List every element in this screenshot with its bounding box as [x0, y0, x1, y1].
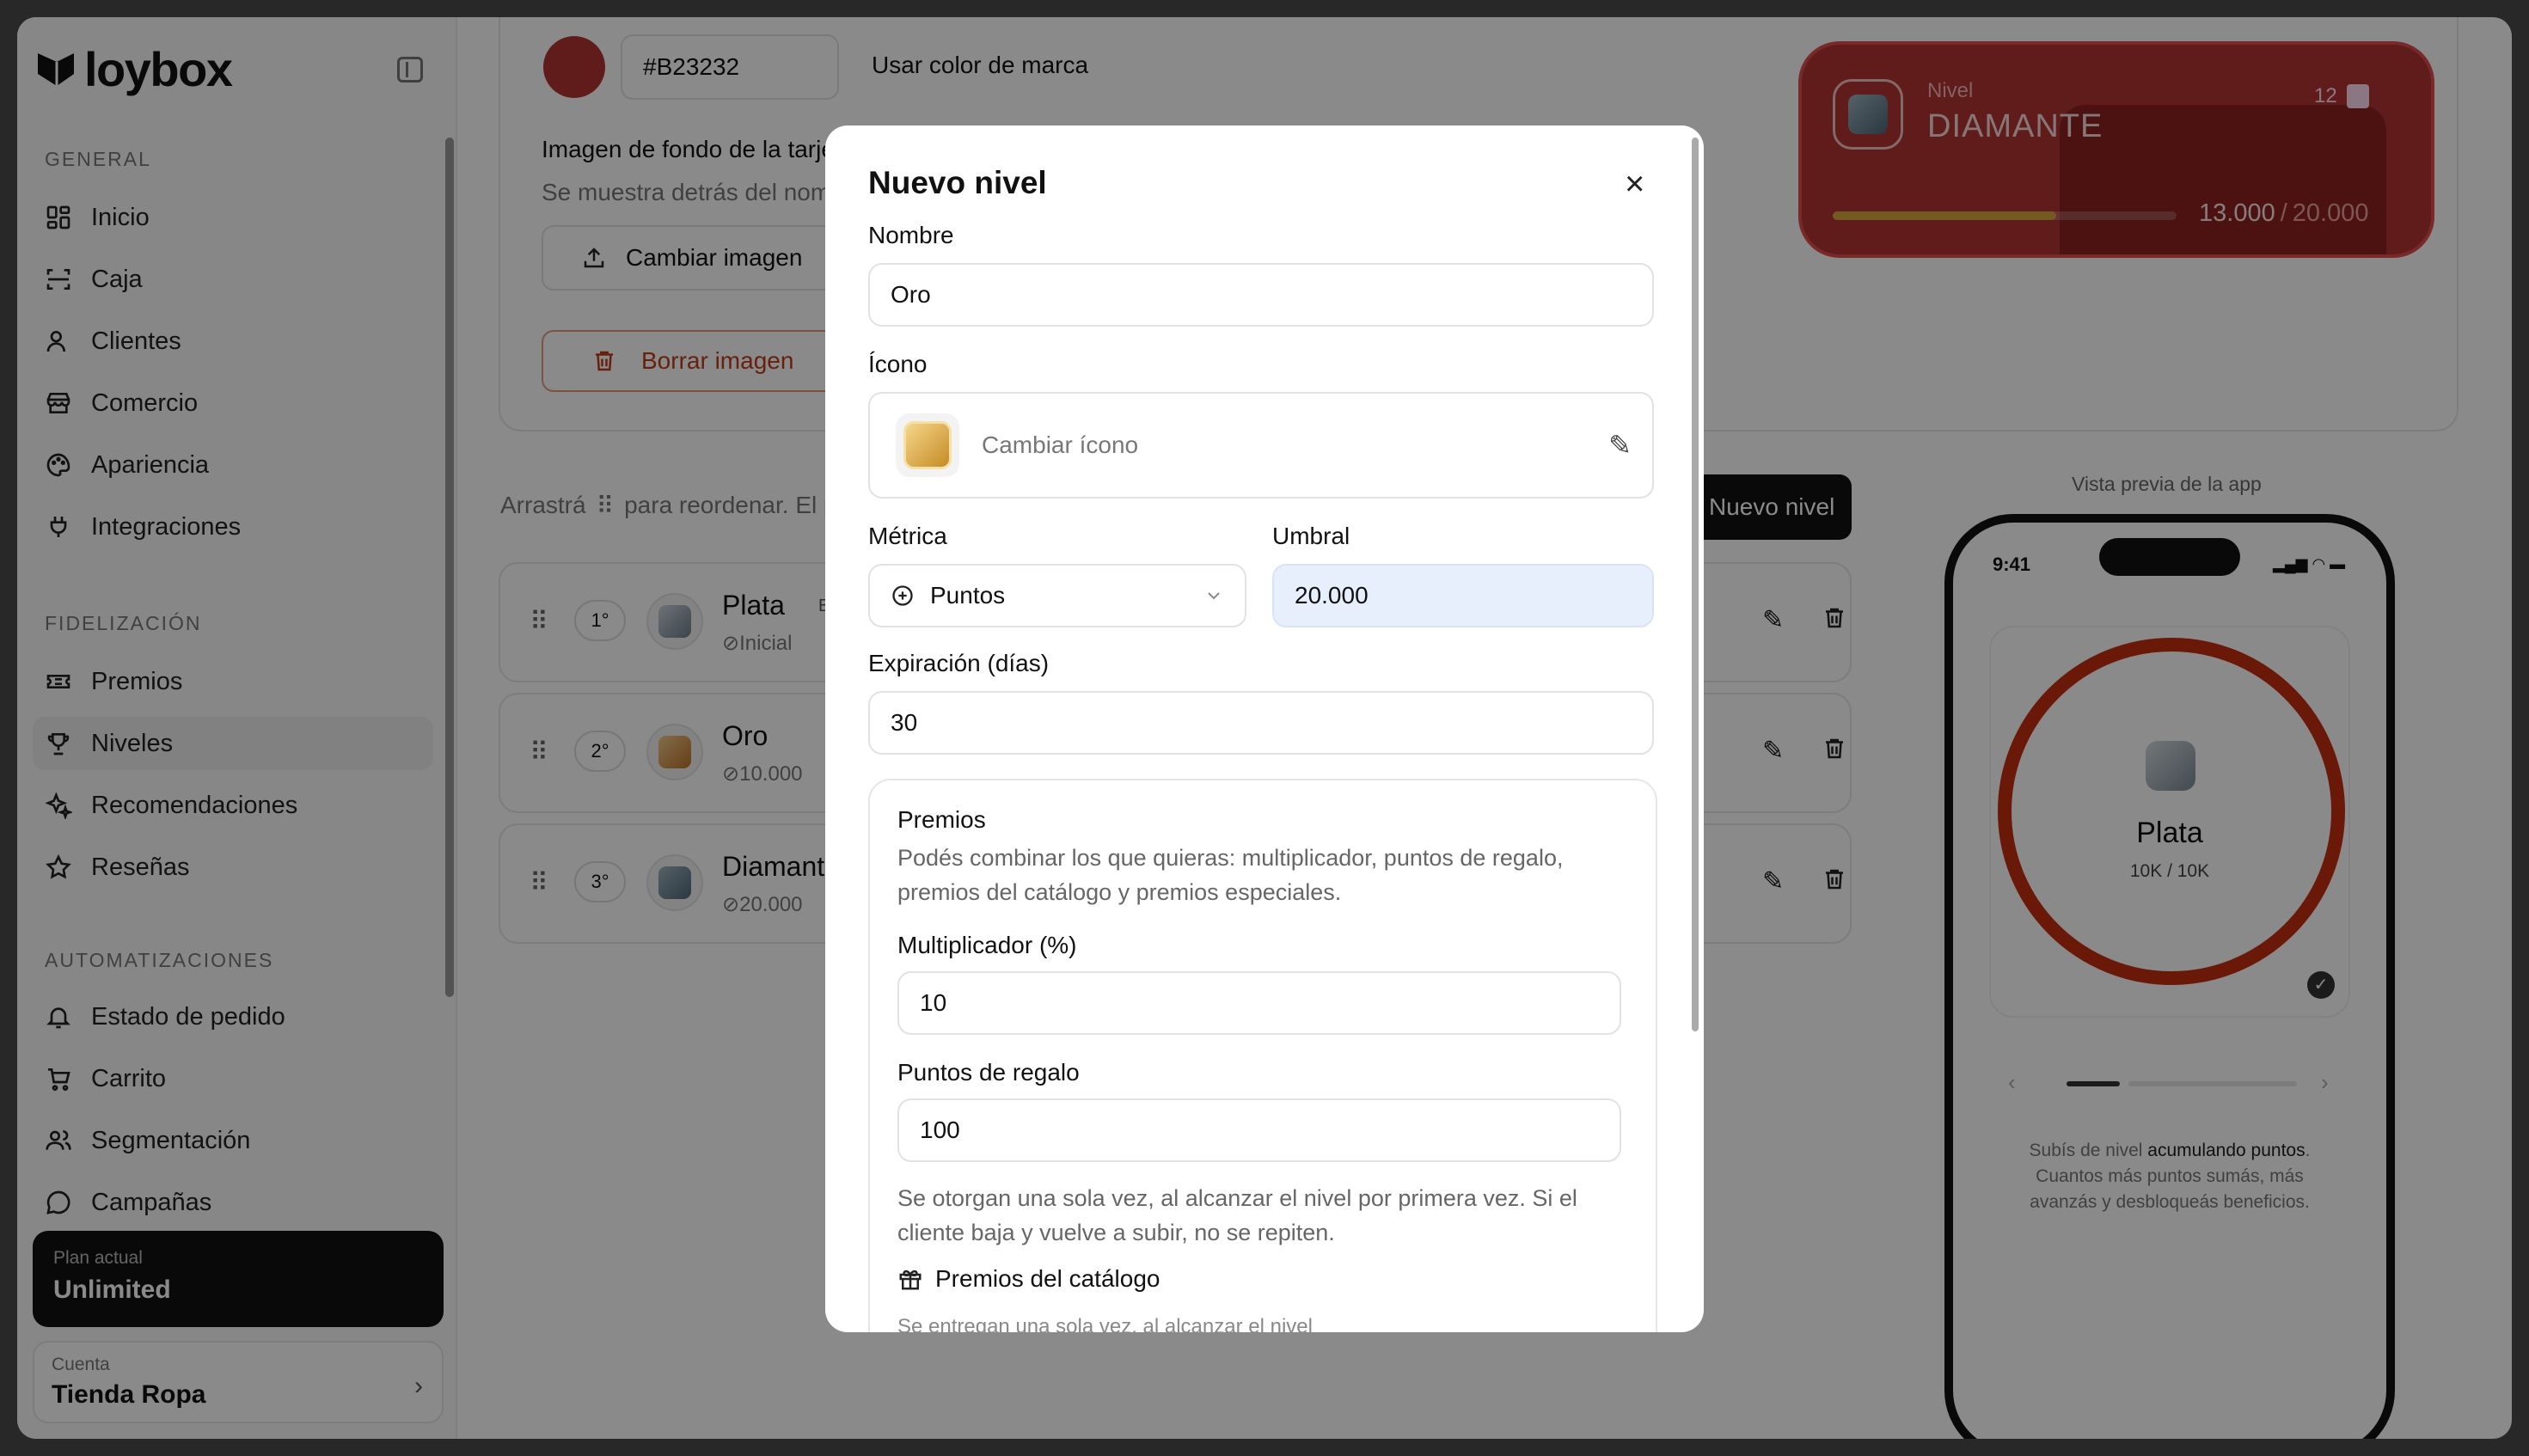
threshold-label: Umbral — [1272, 523, 1350, 549]
expiration-label: Expiración (días) — [868, 650, 1050, 676]
change-icon-field[interactable]: Cambiar ícono ✎ — [868, 392, 1654, 499]
pencil-icon[interactable]: ✎ — [1608, 429, 1632, 462]
modal-scrollbar[interactable] — [1692, 138, 1699, 1031]
metric-label: Métrica — [868, 523, 947, 549]
change-icon-label: Cambiar ícono — [982, 431, 1139, 458]
gift-icon — [899, 1269, 922, 1290]
rewards-section: Premios Podés combinar los que quieras: … — [868, 779, 1657, 1332]
chevron-down-icon — [1208, 592, 1220, 600]
modal-title: Nuevo nivel — [868, 165, 1047, 200]
gift-points-input[interactable]: 100 — [897, 1098, 1621, 1162]
expiration-input[interactable]: 30 — [868, 691, 1654, 755]
name-label: Nombre — [868, 222, 954, 248]
catalog-rewards-help: Se entregan una sola vez, al alcanzar el… — [897, 1315, 1313, 1332]
new-level-modal: Nuevo nivel × Nombre Oro Ícono Cambiar í… — [825, 125, 1704, 1332]
catalog-rewards-title: Premios del catálogo — [935, 1265, 1160, 1292]
name-input[interactable]: Oro — [868, 263, 1654, 327]
close-icon[interactable]: × — [1625, 165, 1644, 204]
icon-label: Ícono — [868, 351, 928, 377]
threshold-input[interactable]: 20.000 — [1272, 564, 1654, 627]
level-icon-preview — [896, 413, 959, 477]
gift-points-label: Puntos de regalo — [897, 1059, 1080, 1086]
multiplier-input[interactable]: 10 — [897, 971, 1621, 1035]
gold-icon — [903, 421, 952, 469]
plus-circle-icon — [892, 585, 913, 606]
rewards-description: Podés combinar los que quieras: multipli… — [897, 845, 1564, 905]
metric-value: Puntos — [930, 582, 1006, 609]
metric-select[interactable]: Puntos — [868, 564, 1246, 627]
rewards-title: Premios — [897, 806, 986, 833]
multiplier-label: Multiplicador (%) — [897, 932, 1077, 958]
gift-points-help: Se otorgan una sola vez, al alcanzar el … — [897, 1185, 1577, 1245]
catalog-rewards-header: Premios del catálogo — [897, 1265, 1160, 1293]
